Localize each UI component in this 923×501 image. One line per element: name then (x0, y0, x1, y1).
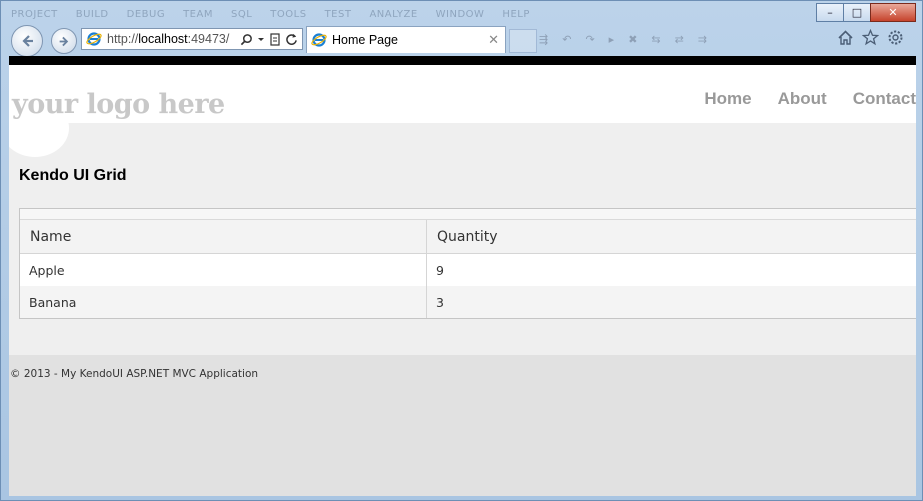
background-toolbar-icon: ✖ (628, 33, 638, 46)
browser-navigation-bar: http://localhost:49473/ Home Page ✕ ⇶ ↶ ↷ ▸… (9, 25, 914, 57)
background-menu-item: PROJECT (11, 9, 58, 20)
background-menu-item: TEST (324, 9, 352, 20)
background-menu-item: SQL (230, 9, 253, 20)
table-row[interactable]: Apple 9 (20, 253, 916, 286)
background-toolbar-icon: ↶ (562, 33, 572, 46)
cell-name: Apple (20, 253, 427, 286)
top-bar (9, 56, 916, 65)
grid-header-row: Name Quantity (20, 220, 916, 254)
compatibility-view-icon[interactable] (269, 32, 281, 46)
forward-icon (59, 36, 68, 46)
dropdown-arrow-icon[interactable] (257, 33, 265, 46)
background-toolbar-icon: ⇄ (674, 33, 684, 46)
back-icon (22, 35, 33, 47)
background-toolbar-icon: ⇆ (651, 33, 661, 46)
cell-quantity: 9 (436, 262, 444, 278)
main-content: Kendo UI Grid Name Quantity Apple 9 Bana… (9, 123, 916, 355)
address-bar[interactable]: http://localhost:49473/ (81, 28, 303, 50)
footer-copyright: © 2013 - My KendoUI ASP.NET MVC Applicat… (10, 368, 259, 380)
favorites-star-icon[interactable] (862, 29, 879, 46)
background-menu-item: DEBUG (126, 9, 166, 20)
refresh-icon[interactable] (285, 33, 298, 46)
tab-close-icon[interactable]: ✕ (488, 32, 499, 48)
background-menu-item: WINDOW (435, 9, 485, 20)
page-viewport: your logo here Home About Contact Kendo … (9, 56, 916, 496)
tab-home-page[interactable]: Home Page ✕ (306, 26, 506, 53)
tools-gear-icon[interactable] (887, 29, 904, 46)
background-toolbar: ⇶ ↶ ↷ ▸ ✖ ⇆ ⇄ ⇉ (539, 33, 707, 46)
url-text: http://localhost:49473/ (107, 32, 230, 46)
site-menu: Home About Contact (678, 89, 916, 109)
new-tab-button[interactable] (509, 29, 537, 53)
minimize-button[interactable]: – (816, 3, 844, 22)
menu-link-home[interactable]: Home (704, 89, 751, 109)
close-button[interactable]: ✕ (870, 3, 916, 22)
browser-window: PROJECT BUILD DEBUG TEAM SQL TOOLS TEST … (0, 0, 923, 501)
menu-link-about[interactable]: About (778, 89, 827, 109)
forward-button[interactable] (51, 28, 77, 54)
kendo-grid: Name Quantity Apple 9 Banana 3 (19, 208, 916, 319)
menu-link-contact[interactable]: Contact (853, 89, 916, 109)
column-header-name[interactable]: Name (20, 220, 427, 254)
site-header: your logo here Home About Contact (9, 65, 916, 157)
search-icon[interactable] (240, 33, 253, 46)
home-icon[interactable] (837, 29, 854, 46)
site-logo[interactable]: your logo here (12, 89, 225, 120)
background-toolbar-icon: ⇶ (539, 33, 549, 46)
background-toolbar-icon: ↷ (585, 33, 595, 46)
background-toolbar-icon: ⇉ (697, 33, 708, 46)
cell-name: Banana (20, 286, 427, 318)
column-header-quantity[interactable]: Quantity (426, 220, 916, 254)
tab-title: Home Page (332, 33, 399, 47)
back-button[interactable] (11, 25, 43, 57)
background-menu-item: TOOLS (270, 9, 307, 20)
ie-logo-icon (86, 32, 102, 46)
background-menu-item: TEAM (183, 9, 213, 20)
background-menu-item: BUILD (75, 9, 109, 20)
cell-quantity: 3 (426, 286, 916, 318)
table-row[interactable]: Banana 3 (20, 286, 916, 318)
background-toolbar-icon: ▸ (608, 33, 615, 46)
maximize-button[interactable]: □ (843, 3, 871, 22)
background-menu-bar: PROJECT BUILD DEBUG TEAM SQL TOOLS TEST … (11, 9, 530, 20)
ie-logo-icon (311, 33, 327, 47)
page-title: Kendo UI Grid (19, 167, 127, 184)
background-menu-item: ANALYZE (369, 9, 418, 20)
grid-toolbar (20, 209, 916, 220)
window-controls: – □ ✕ (816, 3, 916, 22)
background-menu-item: HELP (502, 9, 530, 20)
